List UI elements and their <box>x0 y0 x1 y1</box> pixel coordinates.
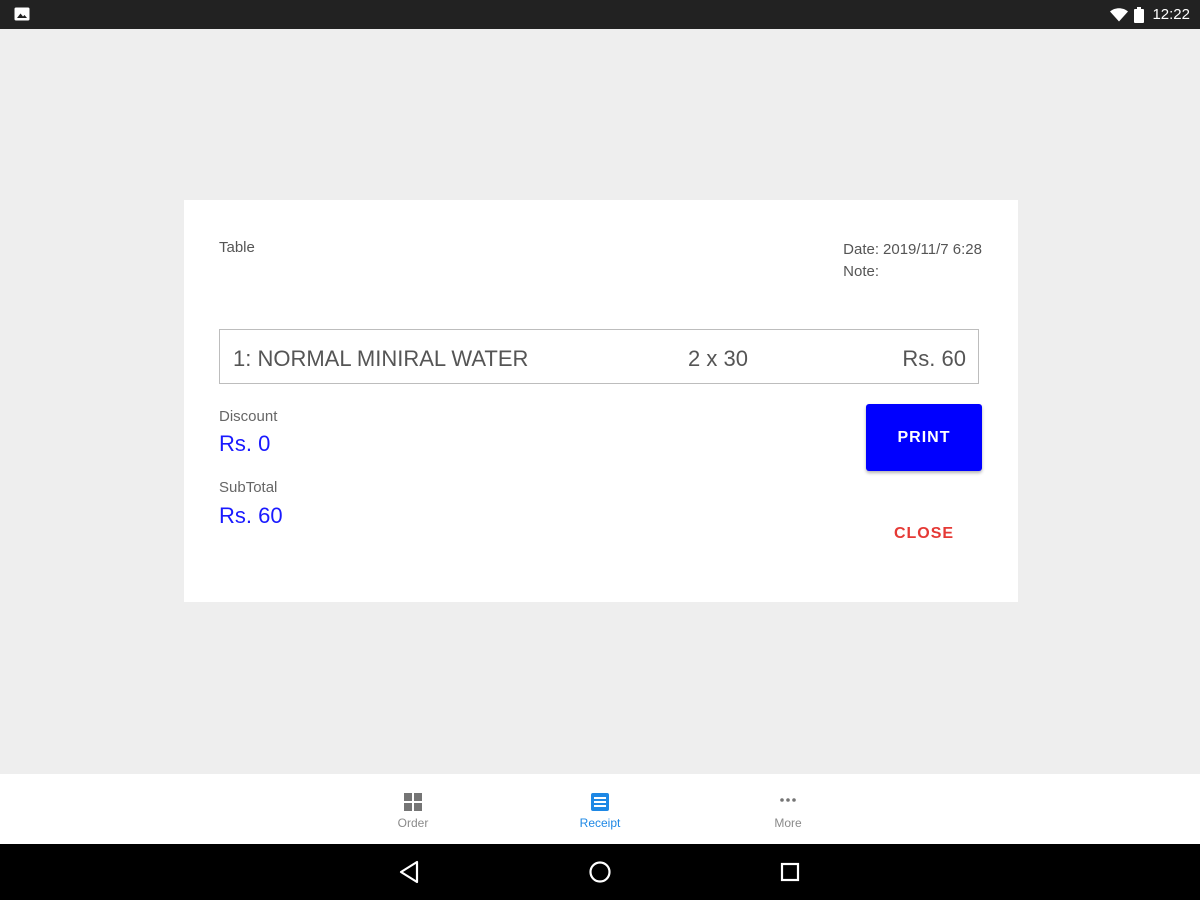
receipt-dialog: Table Date: 2019/11/7 6:28 Note: 1: NORM… <box>184 200 1018 602</box>
nav-label-receipt: Receipt <box>579 816 621 830</box>
close-button[interactable]: CLOSE <box>866 516 982 552</box>
date-label: Date: <box>843 241 880 258</box>
back-icon[interactable] <box>397 859 423 885</box>
nav-item-more[interactable]: More <box>708 774 868 844</box>
subtotal-value: Rs. 60 <box>219 503 283 528</box>
status-icons: 12:22 <box>1110 0 1190 29</box>
nav-label-more: More <box>774 816 802 830</box>
image-notification-icon <box>14 7 30 21</box>
subtotal-label: SubTotal <box>219 479 278 496</box>
recents-icon[interactable] <box>777 859 803 885</box>
system-nav-bar <box>0 844 1200 900</box>
nav-label-order: Order <box>397 816 429 830</box>
receipt-item-row: 1: NORMAL MINIRAL WATER 2 x 30 Rs. 60 <box>219 329 979 384</box>
receipt-icon <box>591 793 609 811</box>
note-label: Note: <box>843 263 880 280</box>
print-button[interactable]: PRINT <box>866 404 982 471</box>
item-name: 1: NORMAL MINIRAL WATER <box>233 346 529 371</box>
discount-label: Discount <box>219 408 278 425</box>
status-bar: 12:22 <box>0 0 1200 29</box>
home-icon[interactable] <box>587 859 613 885</box>
grid-icon <box>404 793 422 811</box>
more-dots-icon <box>780 798 796 802</box>
wifi-icon <box>1110 7 1129 21</box>
bottom-nav: Order Receipt More <box>0 774 1200 844</box>
item-quantity: 2 x 30 <box>688 346 748 371</box>
item-price: Rs. 60 <box>902 346 966 371</box>
battery-icon <box>1134 6 1145 23</box>
table-label: Table <box>219 239 255 256</box>
status-time: 12:22 <box>1152 6 1190 23</box>
date-value: 2019/11/7 6:28 <box>883 241 982 258</box>
nav-item-receipt[interactable]: Receipt <box>520 774 680 844</box>
nav-item-order[interactable]: Order <box>333 774 493 844</box>
discount-value: Rs. 0 <box>219 431 271 456</box>
receipt-meta: Date: 2019/11/7 6:28 Note: <box>843 239 982 283</box>
